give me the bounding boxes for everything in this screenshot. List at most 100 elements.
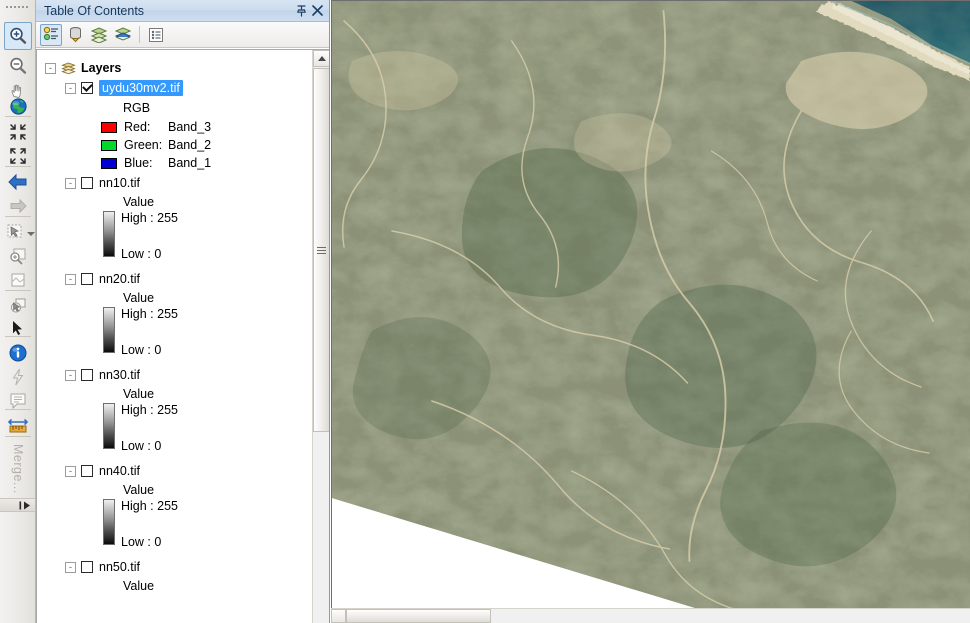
ramp-low-label: Low : 0 [121, 247, 162, 261]
layer-row-uydu30mv2[interactable]: - uydu30mv2.tif [45, 79, 311, 97]
popup-icon [8, 392, 28, 410]
expander-icon[interactable]: - [65, 177, 76, 189]
table-of-contents-panel: Table Of Contents - Layers - uydu30mv2.t… [36, 0, 330, 623]
chevron-down-icon [27, 232, 35, 236]
zoom-in-tool[interactable] [4, 22, 32, 50]
layer-name[interactable]: uydu30mv2.tif [99, 80, 183, 96]
band-row-red: Red: Band_3 [45, 118, 311, 136]
toc-toolbar [36, 22, 329, 48]
tools-toolbar: Merge... [0, 0, 36, 623]
satellite-raster-image [332, 1, 970, 622]
group-label: Layers [81, 61, 122, 75]
layer-name[interactable]: nn50.tif [99, 560, 140, 574]
ramp-labels: High : 255 Low : 0 [115, 403, 178, 453]
band-name-label: Band_2 [168, 138, 212, 152]
merge-label: Merge... [11, 444, 25, 494]
ramp-low-label: Low : 0 [121, 343, 162, 357]
legend-stretch-nn40: High : 255 Low : 0 [45, 499, 311, 549]
layers-stack-icon [61, 62, 76, 75]
layer-visibility-checkbox[interactable] [81, 561, 93, 573]
legend-stretch-nn10: High : 255 Low : 0 [45, 211, 311, 261]
layer-name[interactable]: nn40.tif [99, 464, 140, 478]
layer-row-nn30[interactable]: - nn30.tif [45, 366, 311, 384]
expander-icon[interactable]: - [65, 465, 76, 477]
info-circle-icon [8, 343, 28, 363]
layer-name[interactable]: nn20.tif [99, 272, 140, 286]
expander-icon[interactable]: - [65, 82, 76, 94]
merge-tool[interactable]: Merge... [2, 440, 34, 530]
list-by-source[interactable] [64, 24, 86, 46]
data-frame[interactable] [331, 0, 970, 623]
ruler-icon [7, 415, 29, 435]
pin-icon[interactable] [293, 3, 309, 19]
expander-icon[interactable]: - [65, 369, 76, 381]
blue-band-swatch [101, 157, 117, 169]
layer-name[interactable]: nn10.tif [99, 176, 140, 190]
arrow-left-icon [7, 173, 29, 191]
value-label-row: Value [45, 289, 311, 307]
list-by-visibility[interactable] [88, 24, 110, 46]
gray-color-ramp [103, 307, 115, 353]
gray-color-ramp [103, 211, 115, 257]
layer-visibility-checkbox[interactable] [81, 369, 93, 381]
zoom-out-tool[interactable] [4, 52, 32, 80]
list-by-selection[interactable] [112, 24, 134, 46]
magnifier-minus-icon [8, 56, 28, 76]
layers-tree: - Layers - uydu30mv2.tif RGB Red: Band_3… [37, 50, 311, 623]
gray-color-ramp [103, 403, 115, 449]
scroll-up-icon[interactable] [313, 50, 329, 67]
toc-options[interactable] [145, 24, 167, 46]
band-name-label: Band_3 [168, 120, 212, 134]
close-icon[interactable] [309, 3, 325, 19]
globe-icon [9, 97, 28, 116]
ramp-high-label: High : 255 [121, 211, 178, 225]
value-label: Value [123, 387, 155, 401]
measure-tool[interactable] [4, 411, 32, 439]
scrollbar-thumb[interactable] [346, 609, 491, 623]
arrow-pointer-tool[interactable] [4, 314, 32, 342]
scrollbar-thumb[interactable] [313, 68, 329, 432]
layer-visibility-checkbox[interactable] [81, 273, 93, 285]
value-label-row: Value [45, 481, 311, 499]
legend-stretch-nn30: High : 255 Low : 0 [45, 403, 311, 453]
layer-visibility-checkbox[interactable] [81, 177, 93, 189]
band-row-blue: Blue: Band_1 [45, 154, 311, 172]
thumb-grip [317, 245, 326, 256]
toc-vertical-scrollbar[interactable] [312, 50, 329, 623]
layer-name[interactable]: nn30.tif [99, 368, 140, 382]
select-graphics-icon [8, 296, 28, 316]
zoom-select-icon [8, 246, 28, 266]
ramp-high-label: High : 255 [121, 403, 178, 417]
layer-row-nn40[interactable]: - nn40.tif [45, 462, 311, 480]
expander-icon[interactable]: - [65, 273, 76, 285]
layer-row-nn50[interactable]: - nn50.tif [45, 558, 311, 576]
list-by-drawing-order[interactable] [40, 23, 62, 46]
legend-stretch-nn20: High : 255 Low : 0 [45, 307, 311, 357]
expander-icon[interactable]: - [65, 561, 76, 573]
arrow-right-icon [7, 197, 29, 215]
value-label: Value [123, 579, 155, 593]
renderer-label-row: RGB [45, 99, 311, 117]
layer-row-nn10[interactable]: - nn10.tif [45, 174, 311, 192]
ramp-column [45, 499, 115, 549]
value-label: Value [123, 195, 155, 209]
band-name-label: Band_1 [168, 156, 212, 170]
arrows-out-icon [8, 146, 28, 166]
toolbar-drag-handle[interactable] [5, 5, 31, 10]
select-features-dropdown[interactable] [27, 226, 35, 240]
value-label-row: Value [45, 577, 311, 595]
tree-node-layers[interactable]: - Layers [45, 59, 311, 77]
toolbar-overflow-button[interactable] [0, 498, 35, 512]
map-horizontal-scrollbar[interactable] [331, 608, 970, 623]
scroll-left-icon[interactable] [331, 609, 346, 623]
layer-row-nn20[interactable]: - nn20.tif [45, 270, 311, 288]
value-label-row: Value [45, 385, 311, 403]
ramp-labels: High : 255 Low : 0 [115, 211, 178, 261]
expand-toolbar-icon [19, 501, 30, 509]
ramp-column [45, 307, 115, 357]
gray-color-ramp [103, 499, 115, 545]
ramp-column [45, 403, 115, 453]
expander-icon[interactable]: - [45, 62, 56, 74]
layer-visibility-checkbox[interactable] [81, 82, 93, 94]
layer-visibility-checkbox[interactable] [81, 465, 93, 477]
